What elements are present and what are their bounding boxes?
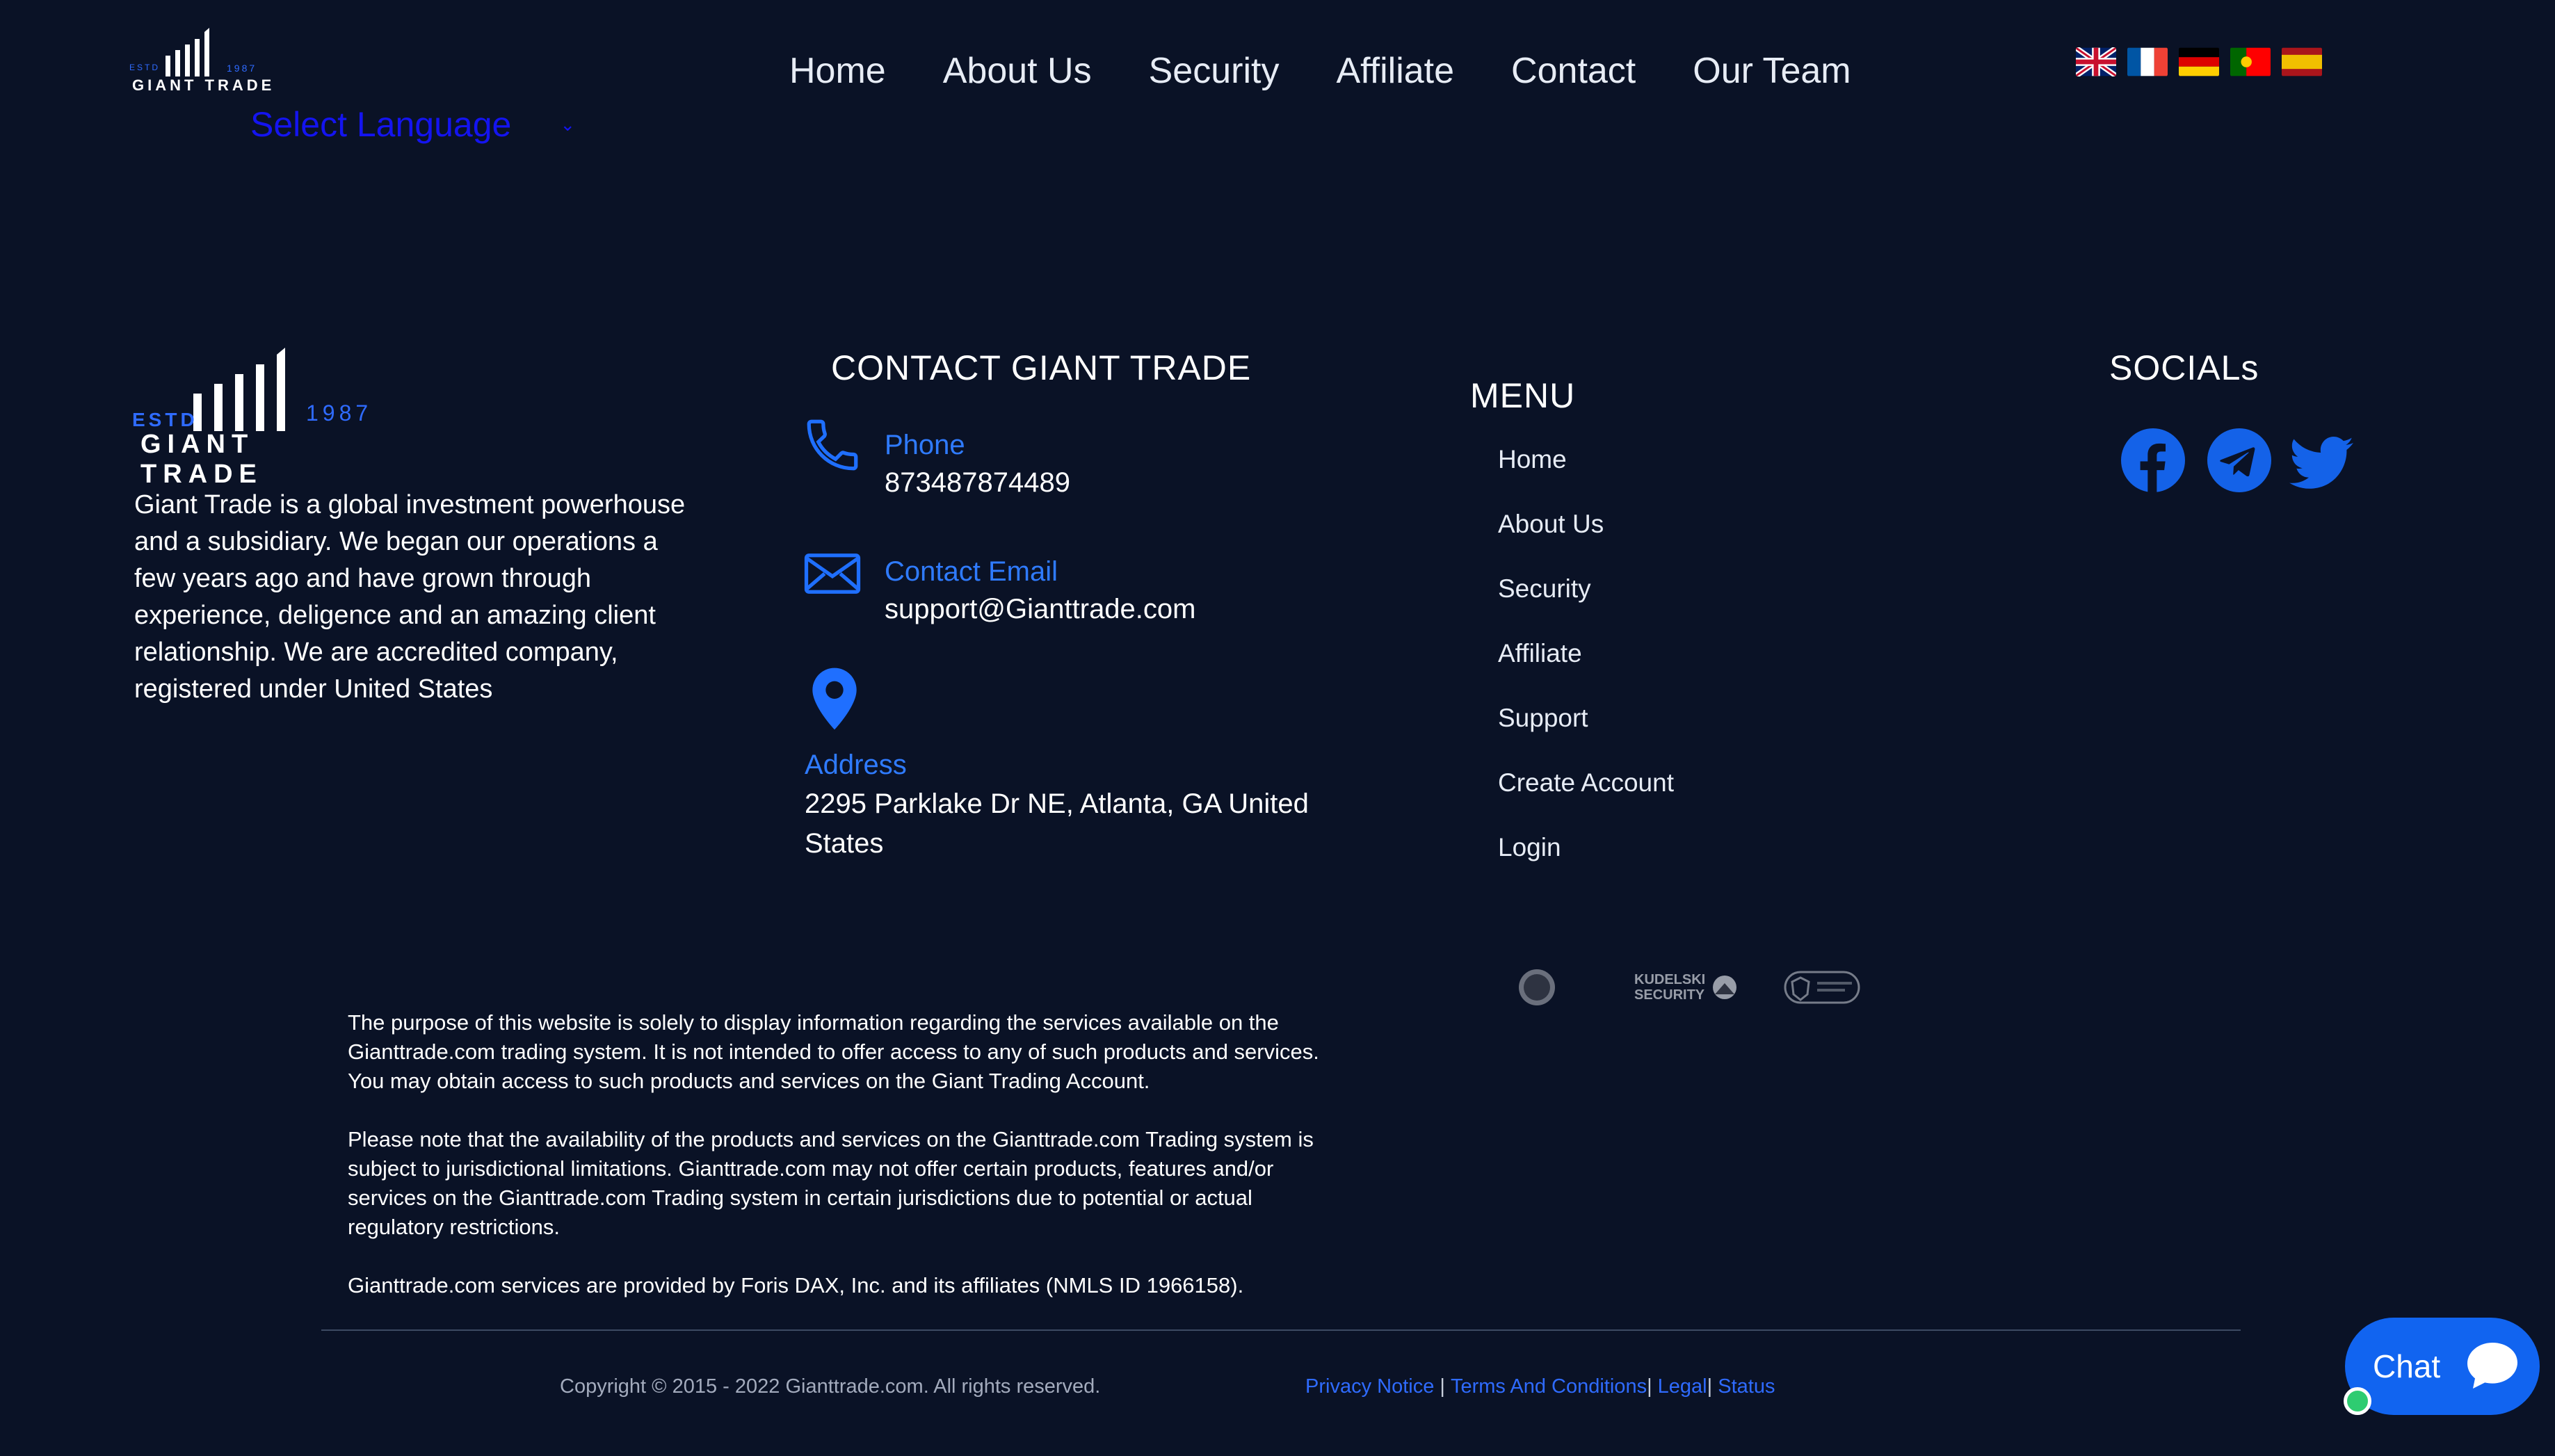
- email-value[interactable]: support@Gianttrade.com: [885, 590, 1195, 629]
- disclaimer-line: Gianttrade.com services are provided by …: [348, 1273, 1244, 1297]
- footer-logo: ESTD 1987 GIANT TRADE: [132, 348, 382, 489]
- chevron-down-icon: ⌄: [560, 113, 576, 135]
- menu-item-security[interactable]: Security: [1498, 574, 1674, 639]
- footer-menu: Home About Us Security Affiliate Support…: [1498, 445, 1674, 898]
- telegram-icon[interactable]: [2207, 428, 2271, 492]
- phone-value[interactable]: 873487874489: [885, 463, 1070, 502]
- disclaimer-line: The purpose of this website is solely to…: [348, 1010, 1279, 1035]
- link-separator: |: [1434, 1375, 1451, 1398]
- uk-flag-icon[interactable]: [2076, 47, 2116, 76]
- logo-year: 1987: [227, 63, 257, 74]
- nav-security[interactable]: Security: [1149, 50, 1280, 92]
- disclaimer-paragraph: Please note that the availability of the…: [348, 1125, 1446, 1242]
- link-separator: |: [1647, 1375, 1658, 1398]
- menu-item-affiliate[interactable]: Affiliate: [1498, 639, 1674, 704]
- language-select[interactable]: Select Language ⌄: [250, 104, 575, 145]
- nav-our-team[interactable]: Our Team: [1693, 50, 1851, 92]
- copyright-text: Copyright © 2015 - 2022 Gianttrade.com. …: [560, 1375, 1101, 1398]
- logo-bars-icon: [193, 348, 285, 431]
- nav-home[interactable]: Home: [789, 50, 886, 92]
- header-logo[interactable]: ESTD 1987 GIANT TRADE: [129, 28, 275, 97]
- main-nav: Home About Us Security Affiliate Contact…: [789, 50, 1851, 92]
- chat-button[interactable]: Chat: [2345, 1318, 2540, 1415]
- aicpa-soc-badge: [1516, 963, 1558, 1012]
- phone-icon: [807, 419, 858, 471]
- france-flag-icon[interactable]: [2127, 47, 2168, 76]
- disclaimer-paragraph: Gianttrade.com services are provided by …: [348, 1271, 1446, 1300]
- germany-flag-icon[interactable]: [2179, 47, 2219, 76]
- disclaimer-line: Please note that the availability of the…: [348, 1127, 1314, 1151]
- mail-icon: [804, 553, 861, 594]
- kudelski-text: KUDELSKI: [1634, 972, 1706, 987]
- facebook-icon[interactable]: [2121, 428, 2185, 492]
- iso-badge: [1784, 963, 1860, 1012]
- kudelski-badge: KUDELSKI SECURITY: [1634, 963, 1739, 1012]
- logo-estd: ESTD: [132, 409, 198, 430]
- legal-link[interactable]: Legal: [1658, 1375, 1707, 1398]
- twitter-icon[interactable]: [2289, 431, 2353, 495]
- legal-links: Privacy Notice | Terms And Conditions | …: [1305, 1375, 1775, 1398]
- menu-item-about-us[interactable]: About Us: [1498, 510, 1674, 574]
- about-line: and a subsidiary. We began our operation…: [134, 527, 658, 556]
- logo-bars-icon: [166, 28, 209, 76]
- logo-name: GIANT TRADE: [132, 76, 275, 94]
- kudelski-text: SECURITY: [1634, 987, 1705, 1003]
- menu-item-login[interactable]: Login: [1498, 833, 1674, 898]
- about-line: Giant Trade is a global investment power…: [134, 490, 686, 519]
- address-label: Address: [805, 750, 907, 780]
- iso-certification-icon: [1784, 971, 1860, 1004]
- privacy-notice-link[interactable]: Privacy Notice: [1305, 1375, 1434, 1398]
- contact-title: CONTACT GIANT TRADE: [831, 348, 1252, 387]
- menu-title: MENU: [1470, 376, 1576, 415]
- soc-badge-icon: [1519, 969, 1555, 1005]
- disclaimer-line: services on the Gianttrade.com Trading s…: [348, 1186, 1252, 1210]
- chat-label: Chat: [2373, 1348, 2441, 1384]
- phone-label: Phone: [885, 430, 965, 460]
- logo-estd: ESTD: [129, 63, 161, 72]
- address-line: States: [805, 828, 884, 859]
- nav-about-us[interactable]: About Us: [943, 50, 1092, 92]
- disclaimer-paragraph: The purpose of this website is solely to…: [348, 1008, 1446, 1096]
- location-pin-icon: [812, 668, 857, 730]
- legal-disclaimer: The purpose of this website is solely to…: [348, 1008, 1446, 1329]
- nav-contact[interactable]: Contact: [1511, 50, 1636, 92]
- kudelski-logo-icon: [1713, 976, 1737, 999]
- address-line: 2295 Parklake Dr NE, Atlanta, GA United: [805, 788, 1309, 819]
- email-label: Contact Email: [885, 556, 1058, 587]
- status-link[interactable]: Status: [1718, 1375, 1775, 1398]
- nav-affiliate[interactable]: Affiliate: [1336, 50, 1454, 92]
- disclaimer-line: subject to jurisdictional limitations. G…: [348, 1156, 1274, 1181]
- menu-item-create-account[interactable]: Create Account: [1498, 768, 1674, 833]
- about-line: relationship. We are accredited company,: [134, 638, 618, 667]
- menu-item-support[interactable]: Support: [1498, 704, 1674, 768]
- socials-title: SOCIALs: [2109, 348, 2259, 387]
- disclaimer-line: You may obtain access to such products a…: [348, 1069, 1150, 1093]
- about-line: few years ago and have grown through: [134, 564, 591, 593]
- about-description: Giant Trade is a global investment power…: [134, 487, 725, 708]
- about-line: experience, deligence and an amazing cli…: [134, 601, 656, 630]
- footer-divider: [321, 1329, 2241, 1331]
- online-status-dot: [2344, 1387, 2371, 1415]
- about-line: registered under United States: [134, 674, 493, 704]
- language-flags: [2076, 47, 2322, 76]
- portugal-flag-icon[interactable]: [2230, 47, 2271, 76]
- terms-link[interactable]: Terms And Conditions: [1451, 1375, 1647, 1398]
- menu-item-home[interactable]: Home: [1498, 445, 1674, 510]
- logo-name: GIANT TRADE: [140, 430, 263, 489]
- chat-bubble-icon: [2467, 1343, 2517, 1389]
- disclaimer-line: Gianttrade.com trading system. It is not…: [348, 1040, 1319, 1064]
- logo-year: 1987: [306, 401, 373, 426]
- spain-flag-icon[interactable]: [2282, 47, 2322, 76]
- disclaimer-line: regulatory restrictions.: [348, 1215, 560, 1239]
- link-separator: |: [1707, 1375, 1718, 1398]
- language-select-label: Select Language: [250, 105, 512, 144]
